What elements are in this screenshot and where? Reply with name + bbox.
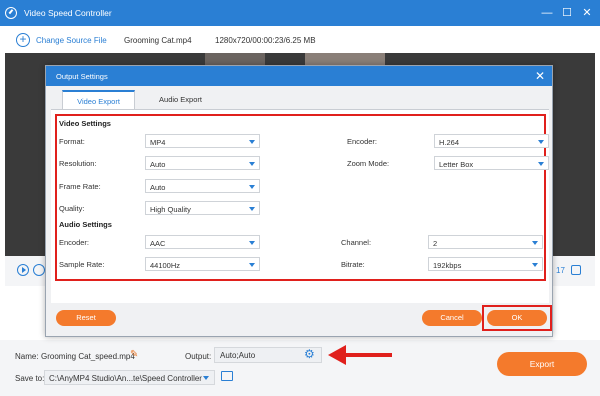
settings-panel: Video Settings Format: MP4 Encoder: H.26… — [51, 109, 549, 303]
bitrate-select[interactable]: 192kbps — [428, 257, 543, 271]
sample-rate-select[interactable]: 44100Hz — [145, 257, 260, 271]
format-value: MP4 — [150, 137, 166, 147]
chevron-down-icon[interactable] — [203, 376, 209, 380]
video-encoder-label: Encoder: — [347, 137, 378, 146]
play-icon[interactable] — [17, 264, 29, 276]
channel-label: Channel: — [341, 238, 372, 247]
cancel-button[interactable]: Cancel — [422, 310, 482, 326]
tab-video-export[interactable]: Video Export — [62, 90, 135, 109]
chevron-down-icon[interactable] — [532, 262, 538, 267]
chevron-down-icon[interactable] — [538, 139, 544, 144]
tab-audio-export[interactable]: Audio Export — [144, 90, 217, 109]
audio-encoder-value: AAC — [150, 238, 166, 248]
video-settings-heading: Video Settings — [59, 119, 111, 128]
save-path-select[interactable]: C:\AnyMP4 Studio\An...te\Speed Controlle… — [44, 370, 215, 385]
video-encoder-value: H.264 — [439, 137, 460, 147]
audio-settings-heading: Audio Settings — [59, 220, 112, 229]
sample-rate-value: 44100Hz — [150, 260, 181, 270]
zoom-mode-label: Zoom Mode: — [347, 159, 390, 168]
output-format-value: Auto;Auto — [220, 351, 256, 360]
folder-icon[interactable] — [221, 371, 233, 381]
chevron-down-icon[interactable] — [249, 240, 255, 245]
annotation-arrow — [328, 345, 392, 365]
dialog-title: Output Settings — [56, 72, 108, 81]
chevron-down-icon[interactable] — [538, 161, 544, 166]
bitrate-label: Bitrate: — [341, 260, 365, 269]
quality-value: High Quality — [150, 204, 191, 214]
zoom-mode-value: Letter Box — [439, 159, 474, 169]
resolution-select[interactable]: Auto — [145, 156, 260, 170]
name-label: Name: — [15, 352, 39, 361]
output-label: Output: — [185, 352, 212, 361]
chevron-down-icon[interactable] — [249, 262, 255, 267]
chevron-down-icon[interactable] — [249, 184, 255, 189]
chevron-down-icon[interactable] — [249, 206, 255, 211]
audio-encoder-select[interactable]: AAC — [145, 235, 260, 249]
channel-value: 2 — [433, 238, 438, 248]
volume-icon[interactable] — [571, 265, 581, 275]
chevron-down-icon[interactable] — [249, 139, 255, 144]
save-path-value: C:\AnyMP4 Studio\An...te\Speed Controlle… — [49, 374, 202, 383]
title-bar: Video Speed Controller — ☐ ✕ — [0, 0, 600, 26]
save-to-label: Save to: — [15, 374, 45, 383]
sample-rate-label: Sample Rate: — [59, 260, 105, 269]
file-toolbar: + Change Source File Grooming Cat.mp4 12… — [0, 26, 600, 53]
maximize-icon[interactable]: ☐ — [560, 6, 574, 20]
format-label: Format: — [59, 137, 85, 146]
frame-rate-value: Auto — [150, 182, 166, 192]
chevron-down-icon[interactable] — [532, 240, 538, 245]
app-title: Video Speed Controller — [24, 8, 112, 18]
bitrate-value: 192kbps — [433, 260, 462, 270]
ok-button[interactable]: OK — [487, 310, 547, 326]
resolution-value: Auto — [150, 159, 166, 169]
audio-encoder-label: Encoder: — [59, 238, 90, 247]
dialog-header: Output Settings ✕ — [46, 66, 552, 86]
speedometer-icon — [5, 7, 17, 19]
frame-rate-select[interactable]: Auto — [145, 179, 260, 193]
stop-icon[interactable] — [33, 264, 45, 276]
output-file-name: Grooming Cat_speed.mp4 — [41, 352, 135, 361]
source-file-name: Grooming Cat.mp4 — [124, 36, 192, 45]
close-icon[interactable]: ✕ — [532, 68, 548, 84]
time-readout: 17 — [556, 266, 565, 275]
minimize-icon[interactable]: — — [540, 6, 554, 20]
pencil-icon[interactable]: ✎ — [130, 349, 138, 360]
quality-select[interactable]: High Quality — [145, 201, 260, 215]
change-source-button[interactable]: Change Source File — [36, 36, 107, 45]
frame-rate-label: Frame Rate: — [59, 182, 101, 191]
output-settings-dialog: Output Settings ✕ Video Export Audio Exp… — [45, 65, 553, 337]
quality-label: Quality: — [59, 204, 85, 213]
chevron-down-icon[interactable] — [249, 161, 255, 166]
resolution-label: Resolution: — [59, 159, 97, 168]
close-icon[interactable]: ✕ — [580, 6, 594, 20]
plus-circle-icon[interactable]: + — [16, 33, 30, 47]
reset-button[interactable]: Reset — [56, 310, 116, 326]
export-button[interactable]: Export — [497, 352, 587, 376]
gear-icon[interactable]: ⚙ — [304, 348, 316, 360]
video-encoder-select[interactable]: H.264 — [434, 134, 549, 148]
zoom-mode-select[interactable]: Letter Box — [434, 156, 549, 170]
channel-select[interactable]: 2 — [428, 235, 543, 249]
format-select[interactable]: MP4 — [145, 134, 260, 148]
source-file-info: 1280x720/00:00:23/6.25 MB — [215, 36, 316, 45]
